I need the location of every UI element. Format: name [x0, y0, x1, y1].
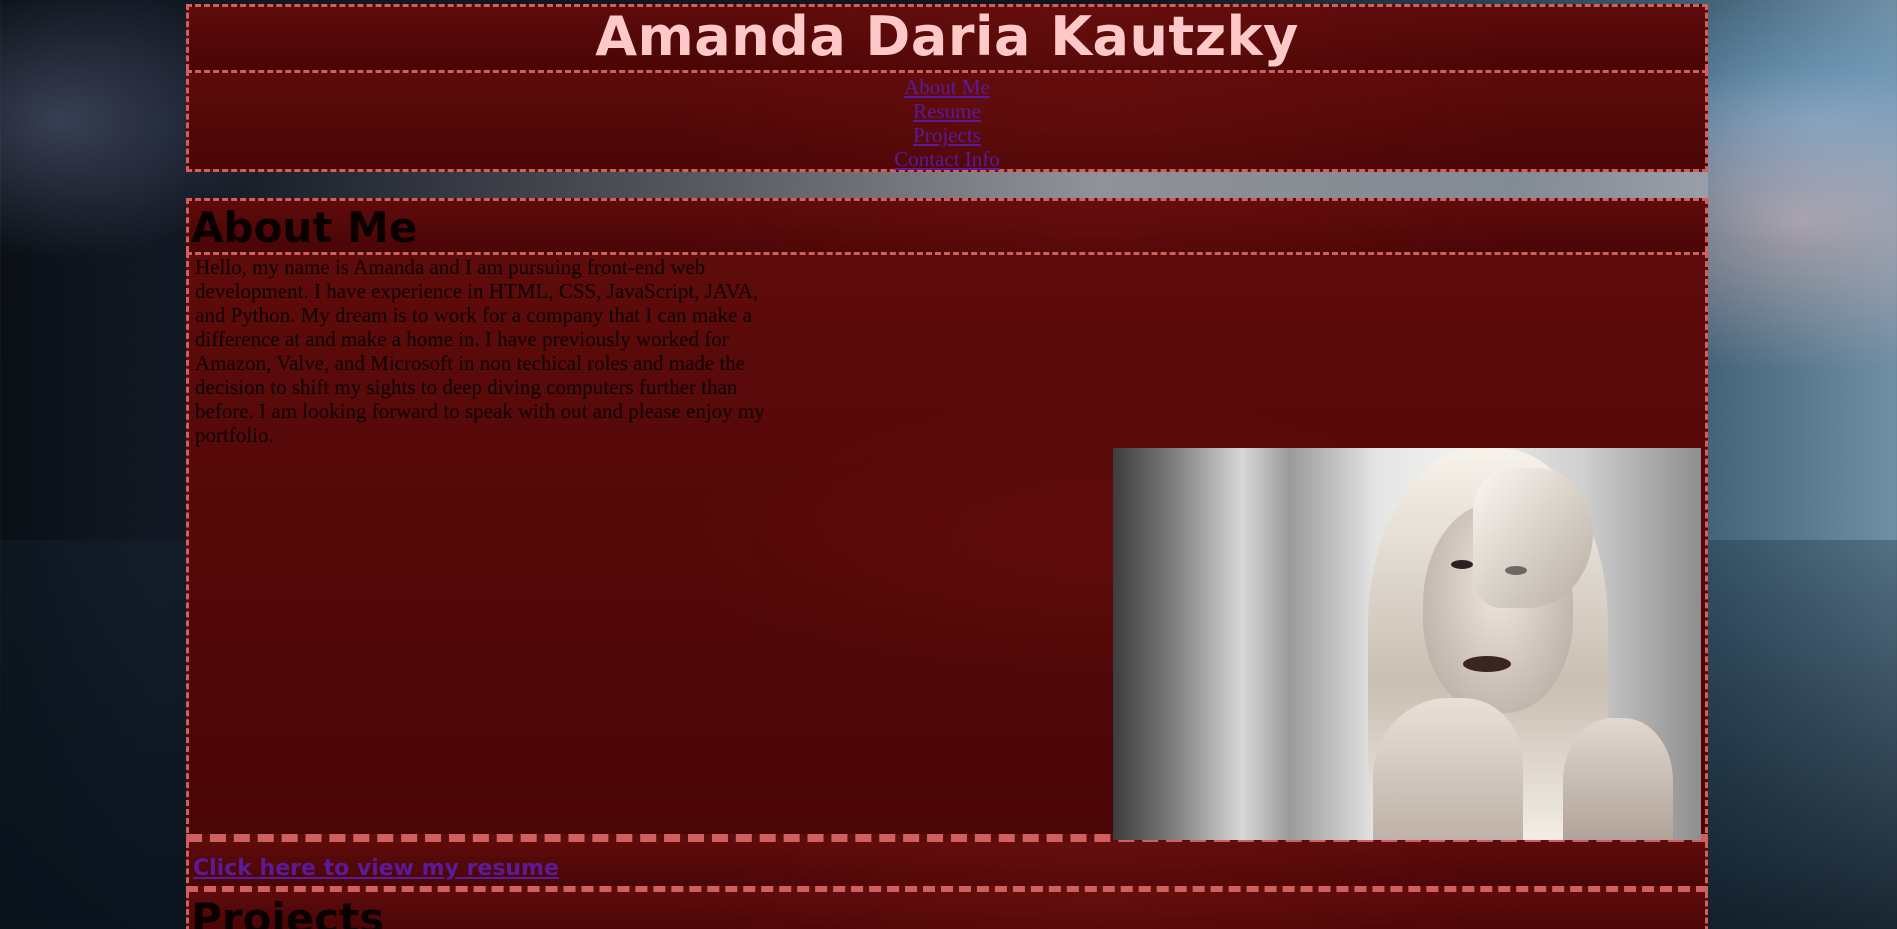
profile-photo	[1113, 448, 1701, 840]
main-nav: About Me Resume Projects Contact Info	[186, 70, 1708, 172]
photo-eye-left	[1451, 560, 1473, 569]
photo-lips	[1463, 656, 1511, 672]
photo-hand-left	[1373, 698, 1523, 840]
nav-link-resume[interactable]: Resume	[913, 99, 981, 123]
background-strip	[186, 172, 1708, 198]
about-section-content: Hello, my name is Amanda and I am pursui…	[186, 252, 1708, 842]
nav-link-contact-info[interactable]: Contact Info	[894, 147, 1000, 171]
resume-section: Click here to view my resume	[186, 842, 1708, 892]
nav-link-projects[interactable]: Projects	[913, 123, 981, 147]
about-text: Hello, my name is Amanda and I am pursui…	[195, 255, 765, 447]
projects-section: Projects	[186, 892, 1708, 929]
site-title: Amanda Daria Kautzky	[595, 4, 1299, 68]
projects-heading: Projects	[191, 894, 385, 929]
site-header: Amanda Daria Kautzky	[186, 4, 1708, 70]
about-section-header: About Me	[186, 198, 1708, 252]
page-container: Amanda Daria Kautzky About Me Resume Pro…	[186, 4, 1708, 929]
resume-link[interactable]: Click here to view my resume	[193, 856, 559, 881]
nav-link-about-me[interactable]: About Me	[904, 75, 990, 99]
photo-hand-right	[1563, 718, 1673, 840]
photo-eye-right	[1505, 566, 1527, 575]
about-heading: About Me	[191, 203, 418, 252]
